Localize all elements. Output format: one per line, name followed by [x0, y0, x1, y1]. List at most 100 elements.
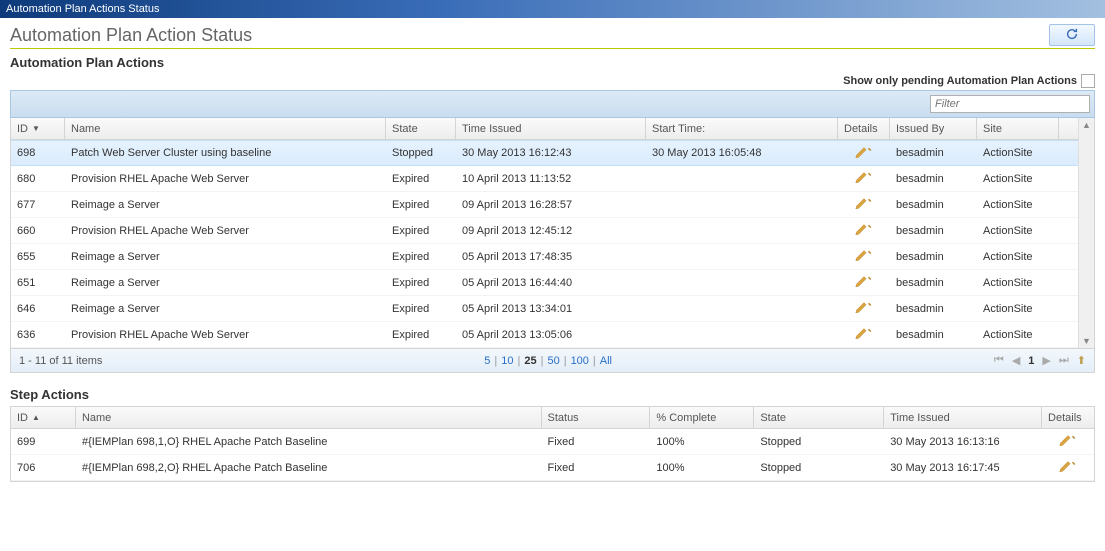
table-row[interactable]: 636Provision RHEL Apache Web ServerExpir…	[11, 322, 1094, 348]
nav-prev-icon[interactable]: ◀	[1012, 354, 1020, 367]
cell-state: Expired	[386, 277, 456, 289]
nav-first-icon[interactable]: ⏮	[994, 354, 1004, 367]
table-row[interactable]: 677Reimage a ServerExpired09 April 2013 …	[11, 192, 1094, 218]
col-name[interactable]: Name	[65, 118, 386, 139]
cell-id: 655	[11, 251, 65, 263]
cell-details	[838, 327, 890, 342]
cell-details	[838, 301, 890, 316]
nav-next-icon[interactable]: ▶	[1042, 354, 1050, 367]
scol-status[interactable]: Status	[542, 407, 651, 428]
cell-time-issued: 09 April 2013 12:45:12	[456, 225, 646, 237]
details-icon[interactable]	[855, 330, 873, 342]
cell-time-issued: 30 May 2013 16:17:45	[884, 462, 1042, 474]
scol-details[interactable]: Details	[1042, 407, 1094, 428]
col-site[interactable]: Site	[977, 118, 1059, 139]
pending-checkbox-label: Show only pending Automation Plan Action…	[843, 75, 1077, 87]
cell-id: 680	[11, 173, 65, 185]
scol-time[interactable]: Time Issued	[884, 407, 1042, 428]
cell-name: Reimage a Server	[65, 199, 386, 211]
page-size-5[interactable]: 5	[484, 355, 490, 367]
cell-name: #{IEMPlan 698,1,O} RHEL Apache Patch Bas…	[76, 436, 542, 448]
details-icon[interactable]	[855, 200, 873, 212]
filter-bar	[10, 90, 1095, 118]
cell-status: Fixed	[542, 436, 651, 448]
page-size-50[interactable]: 50	[547, 355, 559, 367]
page-size-10[interactable]: 10	[501, 355, 513, 367]
details-icon[interactable]	[855, 226, 873, 238]
col-issued-by[interactable]: Issued By	[890, 118, 977, 139]
table-row[interactable]: 680Provision RHEL Apache Web ServerExpir…	[11, 166, 1094, 192]
scroll-down-icon[interactable]: ▼	[1082, 336, 1091, 346]
scol-complete[interactable]: % Complete	[650, 407, 754, 428]
cell-name: Provision RHEL Apache Web Server	[65, 329, 386, 341]
cell-site: ActionSite	[977, 199, 1059, 211]
details-icon[interactable]	[855, 174, 873, 186]
col-spacer	[1059, 118, 1075, 139]
cell-issued-by: besadmin	[890, 251, 977, 263]
cell-name: Provision RHEL Apache Web Server	[65, 173, 386, 185]
cell-state: Expired	[386, 225, 456, 237]
pending-checkbox[interactable]	[1081, 74, 1095, 88]
cell-site: ActionSite	[977, 147, 1059, 159]
scol-name[interactable]: Name	[76, 407, 542, 428]
cell-details	[838, 223, 890, 238]
details-icon[interactable]	[855, 278, 873, 290]
nav-up-icon[interactable]: ⬆	[1077, 354, 1086, 367]
cell-state: Expired	[386, 173, 456, 185]
cell-state: Expired	[386, 199, 456, 211]
filter-input[interactable]	[930, 95, 1090, 113]
page-size-All[interactable]: All	[600, 355, 612, 367]
cell-time-issued: 05 April 2013 13:34:01	[456, 303, 646, 315]
main-grid-header: ID▼ Name State Time Issued Start Time: D…	[11, 118, 1094, 140]
page-size-25[interactable]: 25	[524, 355, 536, 367]
cell-id: 636	[11, 329, 65, 341]
cell-status: Fixed	[542, 462, 651, 474]
col-time-issued[interactable]: Time Issued	[456, 118, 646, 139]
step-grid-header: ID▲ Name Status % Complete State Time Is…	[11, 407, 1094, 429]
scol-state[interactable]: State	[754, 407, 884, 428]
details-icon[interactable]	[1059, 437, 1077, 449]
window-titlebar: Automation Plan Actions Status	[0, 0, 1105, 18]
col-id[interactable]: ID▼	[11, 118, 65, 139]
cell-issued-by: besadmin	[890, 303, 977, 315]
step-grid: ID▲ Name Status % Complete State Time Is…	[10, 406, 1095, 482]
scol-id[interactable]: ID▲	[11, 407, 76, 428]
details-icon[interactable]	[1059, 463, 1077, 475]
main-grid: ID▼ Name State Time Issued Start Time: D…	[10, 118, 1095, 373]
table-row[interactable]: 698Patch Web Server Cluster using baseli…	[11, 140, 1094, 166]
cell-state: Stopped	[754, 436, 884, 448]
cell-id: 646	[11, 303, 65, 315]
window-title: Automation Plan Actions Status	[6, 3, 159, 15]
cell-site: ActionSite	[977, 329, 1059, 341]
details-icon[interactable]	[855, 252, 873, 264]
col-details[interactable]: Details	[838, 118, 890, 139]
cell-time-issued: 10 April 2013 11:13:52	[456, 173, 646, 185]
details-icon[interactable]	[855, 304, 873, 316]
table-row[interactable]: 699#{IEMPlan 698,1,O} RHEL Apache Patch …	[11, 429, 1094, 455]
nav-last-icon[interactable]: ⏭	[1059, 354, 1069, 367]
cell-id: 651	[11, 277, 65, 289]
table-row[interactable]: 706#{IEMPlan 698,2,O} RHEL Apache Patch …	[11, 455, 1094, 481]
page-size-100[interactable]: 100	[571, 355, 589, 367]
table-row[interactable]: 660Provision RHEL Apache Web ServerExpir…	[11, 218, 1094, 244]
scrollbar[interactable]: ▲ ▼	[1078, 118, 1094, 348]
table-row[interactable]: 651Reimage a ServerExpired05 April 2013 …	[11, 270, 1094, 296]
cell-time-issued: 05 April 2013 16:44:40	[456, 277, 646, 289]
table-row[interactable]: 646Reimage a ServerExpired05 April 2013 …	[11, 296, 1094, 322]
cell-id: 698	[11, 147, 65, 159]
cell-issued-by: besadmin	[890, 173, 977, 185]
details-icon[interactable]	[855, 149, 873, 161]
cell-issued-by: besadmin	[890, 199, 977, 211]
cell-id: 706	[11, 462, 76, 474]
cell-state: Stopped	[754, 462, 884, 474]
col-state[interactable]: State	[386, 118, 456, 139]
col-start-time[interactable]: Start Time:	[646, 118, 838, 139]
scroll-up-icon[interactable]: ▲	[1082, 120, 1091, 130]
table-row[interactable]: 655Reimage a ServerExpired05 April 2013 …	[11, 244, 1094, 270]
cell-issued-by: besadmin	[890, 329, 977, 341]
cell-site: ActionSite	[977, 251, 1059, 263]
cell-state: Expired	[386, 251, 456, 263]
items-count: 1 - 11 of 11 items	[19, 355, 102, 367]
refresh-button[interactable]	[1049, 24, 1095, 46]
cell-site: ActionSite	[977, 303, 1059, 315]
